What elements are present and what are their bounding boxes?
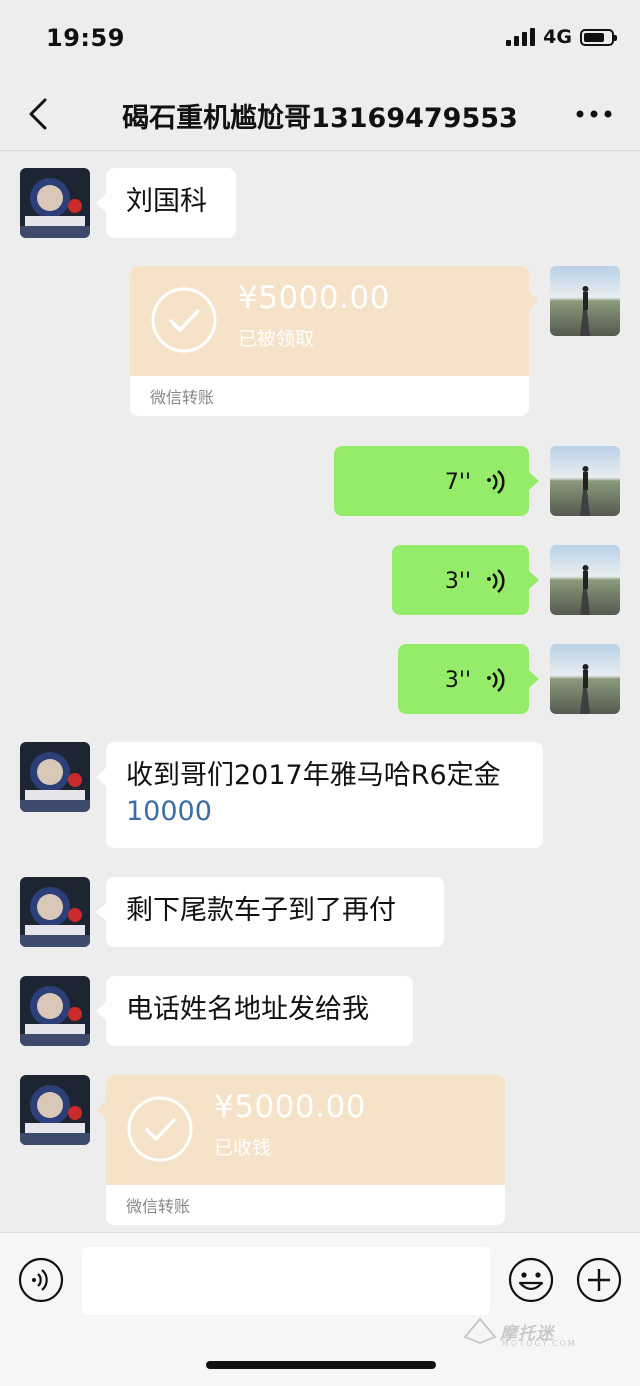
contact-avatar[interactable]: [20, 1075, 90, 1145]
voice-duration: 7'': [444, 469, 471, 495]
message-input[interactable]: [82, 1247, 490, 1315]
watermark-logo-icon: [463, 1317, 497, 1345]
watermark: 摩托迷 MOTOGY.COM: [462, 1313, 632, 1353]
status-bar: 19:59 4G: [0, 0, 640, 78]
chat-header: 碣石重机尴尬哥13169479553: [0, 78, 640, 151]
bubble-tail: [529, 292, 539, 310]
my-avatar[interactable]: [550, 266, 620, 336]
battery-icon: [580, 28, 617, 46]
home-indicator[interactable]: [206, 1361, 436, 1369]
emoji-icon[interactable]: [508, 1257, 554, 1303]
signal-icon: [506, 28, 536, 46]
check-circle-icon: [127, 1096, 193, 1162]
message-text: 电话姓名地址发给我: [126, 994, 369, 1025]
my-avatar[interactable]: [550, 446, 620, 516]
transfer-amount: ¥5000.00: [238, 280, 390, 316]
message-text: 剩下尾款车子到了再付: [126, 895, 396, 926]
message-bubble[interactable]: 刘国科: [96, 168, 236, 238]
transfer-footer: 微信转账: [150, 388, 215, 407]
contact-avatar[interactable]: [20, 976, 90, 1046]
voice-input-icon[interactable]: [18, 1257, 64, 1303]
chat-title: 碣石重机尴尬哥13169479553: [122, 103, 518, 134]
transfer-card[interactable]: ¥5000.00 已被领取 微信转账: [130, 266, 529, 416]
status-indicators: 4G: [506, 26, 617, 48]
voice-message[interactable]: 7'': [334, 446, 539, 516]
transfer-amount: ¥5000.00: [214, 1089, 366, 1125]
input-bar: 摩托迷 MOTOGY.COM: [0, 1232, 640, 1386]
my-avatar[interactable]: [550, 545, 620, 615]
phone-number-link[interactable]: 10000: [126, 794, 501, 830]
bubble-tail: [96, 1101, 106, 1119]
transfer-status: 已收钱: [214, 1137, 272, 1159]
message-bubble[interactable]: 剩下尾款车子到了再付: [96, 877, 444, 947]
plus-icon[interactable]: [576, 1257, 622, 1303]
voice-duration: 3'': [444, 667, 471, 693]
voice-wave-icon: [487, 470, 505, 494]
voice-wave-icon: [487, 569, 505, 593]
transfer-footer: 微信转账: [126, 1197, 191, 1216]
status-time: 19:59: [46, 24, 125, 52]
contact-avatar[interactable]: [20, 168, 90, 238]
message-text: 刘国科: [126, 186, 207, 217]
voice-message[interactable]: 3'': [398, 644, 539, 714]
transfer-card[interactable]: ¥5000.00 已收钱 微信转账: [106, 1075, 505, 1225]
more-dots-icon[interactable]: [574, 102, 614, 126]
voice-message[interactable]: 3'': [392, 545, 539, 615]
network-type: 4G: [543, 26, 572, 48]
my-avatar[interactable]: [550, 644, 620, 714]
contact-avatar[interactable]: [20, 877, 90, 947]
transfer-status: 已被领取: [238, 328, 315, 350]
voice-wave-icon: [487, 668, 505, 692]
message-bubble[interactable]: 收到哥们2017年雅马哈R6定金 10000: [96, 742, 543, 848]
voice-duration: 3'': [444, 568, 471, 594]
message-text: 收到哥们2017年雅马哈R6定金: [126, 760, 501, 791]
message-bubble[interactable]: 电话姓名地址发给我: [96, 976, 413, 1046]
check-circle-icon: [151, 287, 217, 353]
contact-avatar[interactable]: [20, 742, 90, 812]
